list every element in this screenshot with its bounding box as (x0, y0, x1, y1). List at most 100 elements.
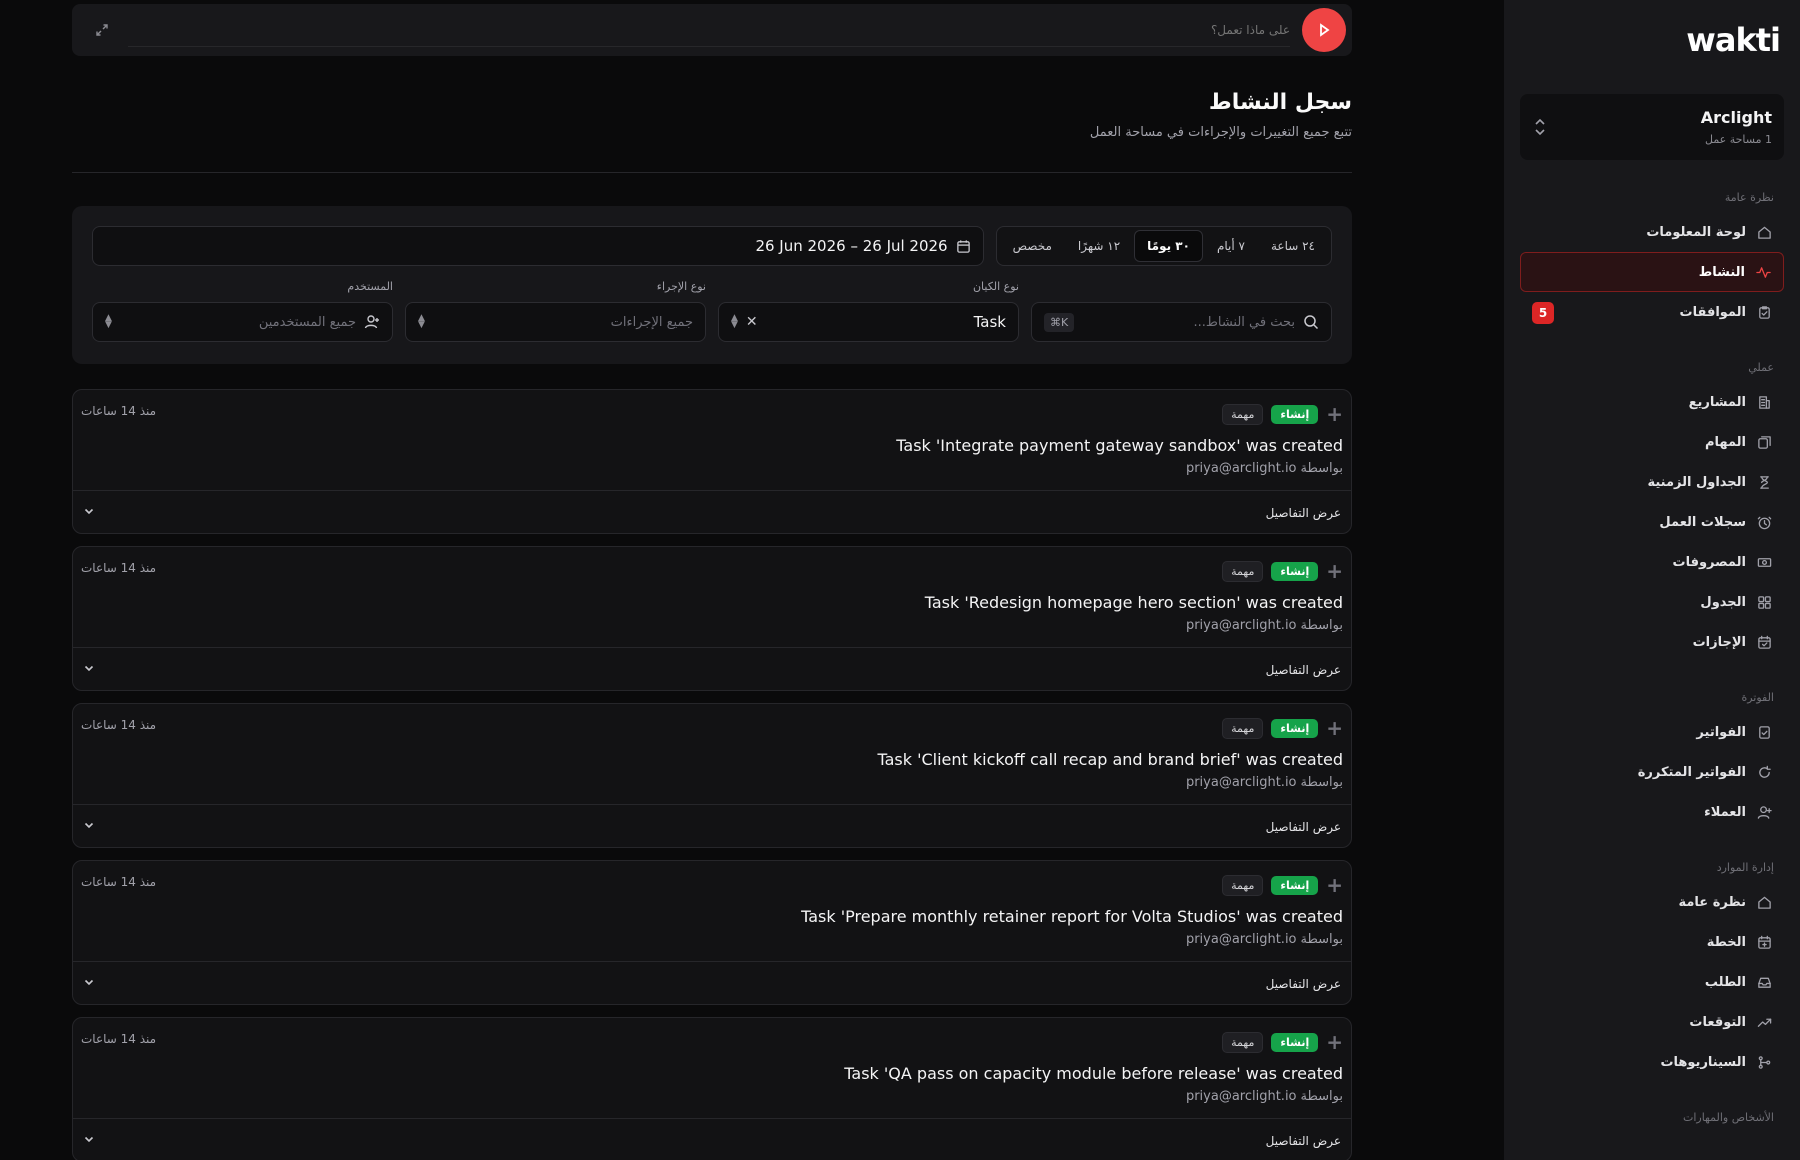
activity-tags: + إنشاء مهمة (81, 873, 1343, 897)
action-type-placeholder: جميع الإجراءات (610, 314, 693, 330)
expand-button[interactable] (88, 16, 116, 44)
activity-details-toggle[interactable]: عرض التفاصيل (73, 804, 1351, 847)
sidebar-item[interactable]: العملاء (1520, 792, 1784, 832)
sidebar-item[interactable]: الخطة (1520, 922, 1784, 962)
action-badge: إنشاء (1271, 875, 1319, 895)
sidebar-item-label: النشاط (1698, 264, 1745, 280)
activity-card: + إنشاء مهمة منذ 14 ساعات Task 'Redesign hom… (72, 546, 1352, 691)
sidebar-item[interactable]: لوحة المعلومات (1520, 212, 1784, 252)
sidebar-item[interactable]: المشاريع (1520, 382, 1784, 422)
main-content: سجل النشاط تتبع جميع التغييرات والإجراءا… (0, 0, 1504, 1160)
action-type-select[interactable]: جميع الإجراءات ▲ ▼ (405, 302, 706, 342)
period-option[interactable]: مخصص (1001, 230, 1064, 262)
sidebar-item-label: لوحة المعلومات (1646, 224, 1746, 240)
search-icon (1304, 315, 1319, 330)
activity-title: Task 'Client kickoff call recap and bran… (877, 750, 1343, 769)
view-details-label: عرض التفاصيل (1265, 1133, 1341, 1148)
activity-card-body: + إنشاء مهمة منذ 14 ساعات Task 'QA pass on c… (73, 1018, 1351, 1118)
quick-entry-bar (72, 4, 1352, 56)
activity-author: بواسطة priya@arclight.io (81, 932, 1343, 947)
sidebar-item[interactable]: الموافقات 5 (1520, 292, 1784, 332)
sidebar-item[interactable]: الفواتير المتكررة (1520, 752, 1784, 792)
start-timer-button[interactable] (1302, 8, 1346, 52)
period-selector: ٢٤ ساعة ٧ أيام ٣٠ يومًا ١٢ شهرًا مخصص (995, 226, 1332, 266)
search-field[interactable]: بحث في النشاط... ⌘K (1031, 302, 1332, 342)
sidebar-item[interactable]: سجلات العمل (1520, 502, 1784, 542)
calendar-plan-icon (1756, 934, 1772, 950)
search-placeholder: بحث في النشاط... (1193, 314, 1295, 330)
sidebar-item[interactable]: السيناريوهات (1520, 1042, 1784, 1082)
activity-tags: + إنشاء مهمة (81, 559, 1343, 583)
clear-icon[interactable]: ✕ (746, 314, 758, 330)
period-option[interactable]: ٣٠ يومًا (1134, 230, 1203, 262)
action-badge: إنشاء (1271, 561, 1319, 581)
activity-author: بواسطة priya@arclight.io (81, 775, 1343, 790)
user-select[interactable]: جميع المستخدمين ▲ ▼ (92, 302, 393, 342)
sidebar-item[interactable]: الطلب (1520, 962, 1784, 1002)
entity-badge: مهمة (1222, 874, 1264, 896)
sidebar-item[interactable]: الإجازات (1520, 622, 1784, 662)
quick-entry-input[interactable] (128, 13, 1290, 47)
user-label: المستخدم (347, 280, 393, 293)
sidebar-item-label: الطلب (1704, 974, 1746, 990)
author-prefix: بواسطة (1300, 618, 1343, 633)
sidebar-item-label: نظرة عامة (1678, 894, 1746, 910)
grid-icon (1756, 594, 1772, 610)
user-plus-icon (364, 315, 379, 329)
chevron-up-down-icon (1534, 118, 1546, 136)
chevron-up-down-icon: ▲ ▼ (105, 313, 112, 330)
author-prefix: بواسطة (1300, 1089, 1343, 1104)
sidebar-item[interactable]: الجداول الزمنية (1520, 462, 1784, 502)
tasks-icon (1756, 434, 1772, 450)
workspace-subtitle: 1 مساحة عمل (1704, 133, 1772, 146)
calendar-icon (1756, 634, 1772, 650)
activity-details-toggle[interactable]: عرض التفاصيل (73, 961, 1351, 1004)
activity-title: Task 'Prepare monthly retainer report fo… (801, 907, 1343, 926)
sidebar-item[interactable]: المصروفات (1520, 542, 1784, 582)
activity-details-toggle[interactable]: عرض التفاصيل (73, 647, 1351, 690)
sidebar-item[interactable]: النشاط (1520, 252, 1784, 292)
home-icon (1756, 224, 1772, 240)
activity-time: منذ 14 ساعات (81, 875, 157, 889)
activity-details-toggle[interactable]: عرض التفاصيل (73, 1118, 1351, 1160)
home-icon (1756, 894, 1772, 910)
activity-details-toggle[interactable]: عرض التفاصيل (73, 490, 1351, 533)
plus-icon: + (1326, 559, 1343, 583)
sidebar-item[interactable]: الفواتير (1520, 712, 1784, 752)
banknote-icon (1756, 554, 1772, 570)
date-range-picker[interactable]: 26 Jun 2026 – 26 Jul 2026 (92, 226, 984, 266)
sidebar-item[interactable]: الجدول (1520, 582, 1784, 622)
chevron-down-icon (83, 505, 95, 520)
period-option[interactable]: ٢٤ ساعة (1259, 230, 1327, 262)
view-details-label: عرض التفاصيل (1265, 819, 1341, 834)
activity-list: + إنشاء مهمة منذ 14 ساعات Task 'Integrate pa… (72, 389, 1352, 1160)
period-option[interactable]: ٧ أيام (1205, 230, 1257, 262)
plus-icon: + (1326, 873, 1343, 897)
approvals-count-badge: 5 (1532, 302, 1554, 324)
invoice-icon (1756, 724, 1772, 740)
nav-gap (1520, 332, 1784, 352)
logo[interactable]: wakti (1520, 0, 1784, 80)
sidebar-item-label: التوقعات (1689, 1014, 1746, 1030)
period-option[interactable]: ١٢ شهرًا (1066, 230, 1132, 262)
refresh-icon (1756, 764, 1772, 780)
activity-title: Task 'Redesign homepage hero section' wa… (924, 593, 1343, 612)
workspace-switcher[interactable]: Arclight 1 مساحة عمل (1520, 94, 1784, 160)
activity-author: بواسطة priya@arclight.io (81, 461, 1343, 476)
sidebar-item-label: الخطة (1706, 934, 1746, 950)
sidebar-item[interactable]: نظرة عامة (1520, 882, 1784, 922)
plus-icon: + (1326, 1030, 1343, 1054)
activity-time: منذ 14 ساعات (81, 718, 157, 732)
entity-type-select[interactable]: Task ✕ ▲ ▼ (718, 302, 1019, 342)
author-email: priya@arclight.io (1185, 932, 1297, 947)
sidebar-item[interactable]: المهام (1520, 422, 1784, 462)
page-title: سجل النشاط (1208, 90, 1352, 115)
sidebar-item-label: السيناريوهات (1660, 1054, 1746, 1070)
author-email: priya@arclight.io (1185, 1089, 1297, 1104)
nav-gap (1520, 662, 1784, 682)
sidebar-item-label: المصروفات (1672, 554, 1747, 570)
sidebar-item-label: الفواتير (1696, 724, 1746, 740)
activity-tags: + إنشاء مهمة (81, 402, 1343, 426)
calendar-icon (956, 239, 970, 253)
sidebar-item[interactable]: التوقعات (1520, 1002, 1784, 1042)
